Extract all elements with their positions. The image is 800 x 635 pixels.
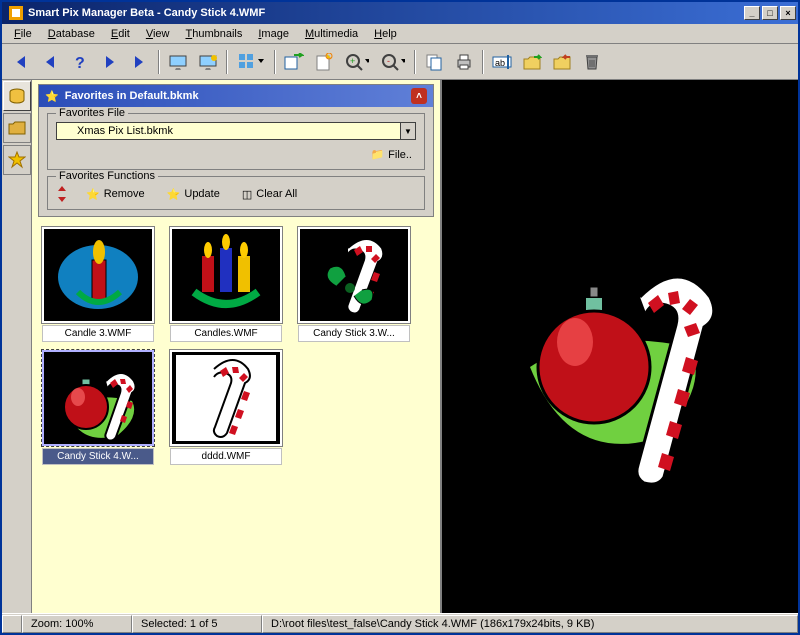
- favorites-file-input[interactable]: [56, 122, 400, 140]
- status-zoom: Zoom: 100%: [22, 615, 132, 633]
- tab-folders[interactable]: [3, 113, 31, 143]
- titlebar: Smart Pix Manager Beta - Candy Stick 4.W…: [2, 2, 798, 24]
- thumb-image: [298, 227, 410, 323]
- favorites-title: Favorites in Default.bkmk: [65, 90, 411, 102]
- tab-database[interactable]: [3, 81, 31, 111]
- rename-button[interactable]: ab: [488, 48, 516, 76]
- status-path: D:\root files\test_false\Candy Stick 4.W…: [262, 615, 798, 633]
- thumbnail-1[interactable]: Candles.WMF: [166, 227, 286, 342]
- slideshow2-button[interactable]: [194, 48, 222, 76]
- app-window: Smart Pix Manager Beta - Candy Stick 4.W…: [0, 0, 800, 635]
- separator: [414, 50, 416, 74]
- menu-help[interactable]: Help: [366, 26, 405, 42]
- thumb-caption: dddd.WMF: [170, 448, 282, 465]
- last-button[interactable]: [126, 48, 154, 76]
- delete-button[interactable]: [578, 48, 606, 76]
- menu-thumbnails[interactable]: Thumbnails: [177, 26, 250, 42]
- menu-file[interactable]: File: [6, 26, 40, 42]
- slideshow-button[interactable]: [164, 48, 192, 76]
- copy-button[interactable]: [420, 48, 448, 76]
- window-buttons: _ □ ×: [744, 6, 796, 20]
- menu-image[interactable]: Image: [250, 26, 297, 42]
- favorites-file-label: Favorites File: [56, 107, 128, 119]
- toolbar: ? + - ab: [2, 44, 798, 80]
- svg-text:ab: ab: [495, 58, 505, 68]
- thumbnail-0[interactable]: Candle 3.WMF: [38, 227, 158, 342]
- thumbnail-4[interactable]: dddd.WMF: [166, 350, 286, 465]
- menu-database[interactable]: Database: [40, 26, 103, 42]
- menubar: File Database Edit View Thumbnails Image…: [2, 24, 798, 44]
- side-tabs: [2, 80, 32, 613]
- svg-text:?: ?: [75, 55, 85, 71]
- eraser-icon: ◫: [242, 188, 252, 201]
- favorites-functions-group: Favorites Functions ⭐Remove ⭐Update ◫Cle…: [47, 176, 425, 210]
- print-button[interactable]: [450, 48, 478, 76]
- thumb-image: [170, 227, 282, 323]
- maximize-button[interactable]: □: [762, 6, 778, 20]
- star-remove-icon: ⭐: [86, 188, 100, 201]
- separator: [274, 50, 276, 74]
- thumb-image: [42, 227, 154, 323]
- separator: [158, 50, 160, 74]
- thumbnails-grid: Candle 3.WMF Candles.WMF Candy Stick 3.W..…: [32, 221, 440, 613]
- status-selected: Selected: 1 of 5: [132, 615, 262, 633]
- export-button[interactable]: [280, 48, 308, 76]
- svg-text:+: +: [350, 56, 355, 66]
- new-file-button[interactable]: [310, 48, 338, 76]
- favorites-file-combo[interactable]: ▼: [56, 122, 416, 140]
- clear-all-button[interactable]: ◫Clear All: [238, 186, 301, 203]
- app-icon: [8, 5, 24, 21]
- folder-export-button[interactable]: [518, 48, 546, 76]
- folder-icon: 📁: [370, 148, 384, 161]
- thumb-image: [42, 350, 154, 446]
- thumbnail-3[interactable]: Candy Stick 4.W...: [38, 350, 158, 465]
- menu-multimedia[interactable]: Multimedia: [297, 26, 366, 42]
- minimize-button[interactable]: _: [744, 6, 760, 20]
- collapse-button[interactable]: ˄: [411, 88, 427, 104]
- menu-view[interactable]: View: [138, 26, 178, 42]
- first-button[interactable]: [6, 48, 34, 76]
- update-button[interactable]: ⭐Update: [163, 186, 224, 203]
- tab-favorites[interactable]: [3, 145, 31, 175]
- status-icon: [2, 615, 22, 633]
- zoom-in-button[interactable]: +: [340, 48, 374, 76]
- thumb-caption: Candles.WMF: [170, 325, 282, 342]
- prev-button[interactable]: [36, 48, 64, 76]
- thumbnail-2[interactable]: Candy Stick 3.W...: [294, 227, 414, 342]
- favorites-file-group: Favorites File ▼ 📁 File..: [47, 113, 425, 170]
- content-area: ⭐ Favorites in Default.bkmk ˄ Favorites …: [2, 80, 798, 613]
- svg-text:-: -: [387, 56, 390, 66]
- preview-image: [490, 207, 750, 487]
- left-pane: ⭐ Favorites in Default.bkmk ˄ Favorites …: [32, 80, 440, 613]
- close-button[interactable]: ×: [780, 6, 796, 20]
- file-button[interactable]: 📁 File..: [366, 146, 416, 163]
- grid-view-button[interactable]: [232, 48, 270, 76]
- favorites-panel: ⭐ Favorites in Default.bkmk ˄ Favorites …: [38, 84, 434, 217]
- favorites-functions-label: Favorites Functions: [56, 170, 158, 182]
- next-button[interactable]: [96, 48, 124, 76]
- separator: [226, 50, 228, 74]
- help-button[interactable]: ?: [66, 48, 94, 76]
- thumb-caption: Candy Stick 3.W...: [298, 325, 410, 342]
- separator: [482, 50, 484, 74]
- star-update-icon: ⭐: [167, 188, 181, 201]
- favorites-header: ⭐ Favorites in Default.bkmk ˄: [39, 85, 433, 107]
- folder-import-button[interactable]: [548, 48, 576, 76]
- preview-pane: [440, 80, 798, 613]
- zoom-out-button[interactable]: -: [376, 48, 410, 76]
- thumb-caption: Candle 3.WMF: [42, 325, 154, 342]
- star-icon: ⭐: [45, 90, 59, 103]
- reorder-icon[interactable]: [56, 185, 68, 203]
- window-title: Smart Pix Manager Beta - Candy Stick 4.W…: [28, 7, 744, 19]
- thumb-caption: Candy Stick 4.W...: [42, 448, 154, 465]
- statusbar: Zoom: 100% Selected: 1 of 5 D:\root file…: [2, 613, 798, 633]
- thumb-image: [170, 350, 282, 446]
- remove-button[interactable]: ⭐Remove: [82, 186, 149, 203]
- dropdown-button[interactable]: ▼: [400, 122, 416, 140]
- menu-edit[interactable]: Edit: [103, 26, 138, 42]
